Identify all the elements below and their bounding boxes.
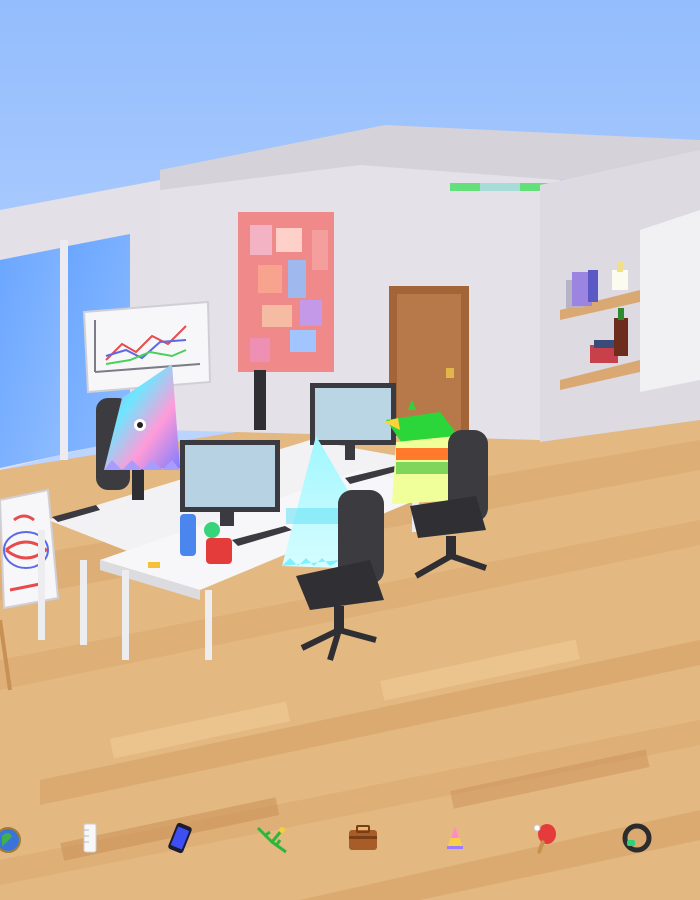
tool-bar xyxy=(0,800,700,900)
ring-tool-icon[interactable] xyxy=(617,818,657,858)
office-door xyxy=(389,286,469,436)
party-hat-tool-icon[interactable] xyxy=(435,818,475,858)
ruler-tool-icon[interactable] xyxy=(70,818,110,858)
globe-tool-icon[interactable] xyxy=(0,818,28,858)
branch-tool-icon[interactable] xyxy=(252,818,292,858)
ping-pong-tool-icon[interactable] xyxy=(525,818,565,858)
phone-tool-icon[interactable] xyxy=(160,818,200,858)
office-scene xyxy=(0,0,700,900)
briefcase-tool-icon[interactable] xyxy=(343,818,383,858)
pixel-art-poster xyxy=(238,212,334,372)
